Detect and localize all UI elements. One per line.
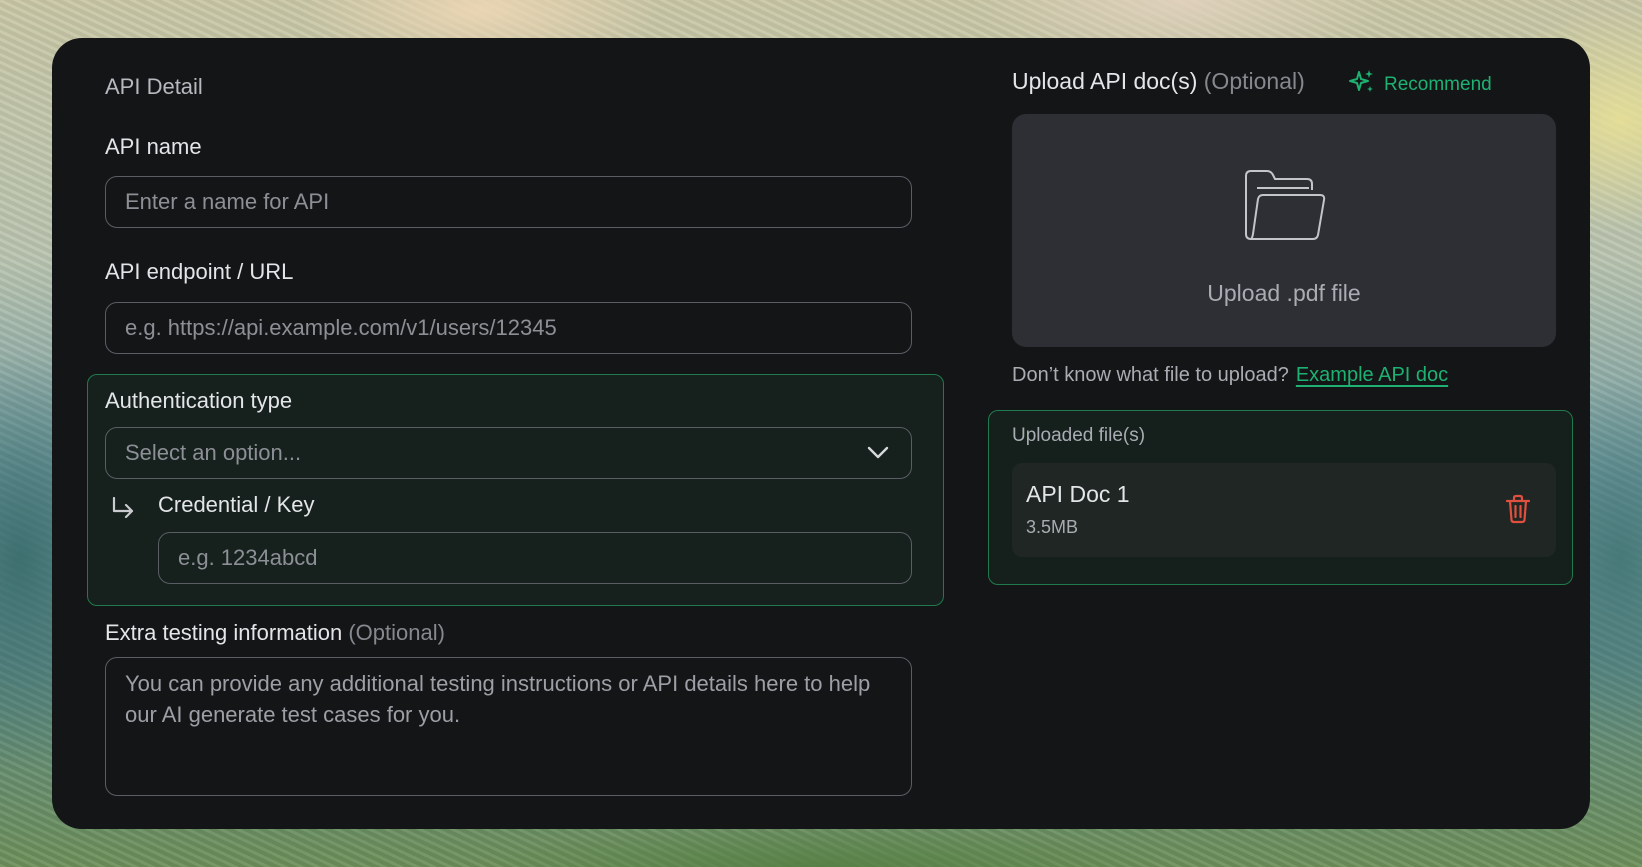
recommend-label: Recommend <box>1384 74 1492 95</box>
upload-dropzone-text: Upload .pdf file <box>1207 280 1361 306</box>
auth-type-select[interactable]: Select an option... <box>105 427 912 479</box>
upload-hint: Don’t know what file to upload? Example … <box>1012 364 1448 387</box>
credential-input[interactable]: e.g. 1234abcd <box>158 532 912 584</box>
trash-icon[interactable] <box>1505 494 1531 529</box>
credential-placeholder: e.g. 1234abcd <box>178 545 318 570</box>
extra-info-placeholder: You can provide any additional testing i… <box>125 671 871 727</box>
api-endpoint-input[interactable]: e.g. https://api.example.com/v1/users/12… <box>105 302 912 354</box>
upload-optional: (Optional) <box>1203 68 1305 94</box>
uploaded-file-size: 3.5MB <box>1026 517 1079 537</box>
folder-icon <box>1243 168 1327 247</box>
extra-info-optional: (Optional) <box>348 620 445 645</box>
api-detail-card: API Detail API name Enter a name for API… <box>52 38 1590 829</box>
auth-type-label: Authentication type <box>105 388 293 413</box>
api-name-label: API name <box>105 134 202 159</box>
chevron-down-icon <box>867 440 889 466</box>
api-name-placeholder: Enter a name for API <box>125 189 330 214</box>
uploaded-file-name: API Doc 1 <box>1026 481 1130 507</box>
api-endpoint-placeholder: e.g. https://api.example.com/v1/users/12… <box>125 315 557 340</box>
authentication-group: Authentication type Select an option... … <box>87 374 944 606</box>
extra-info-textarea[interactable]: You can provide any additional testing i… <box>105 657 912 796</box>
uploaded-file-item: API Doc 1 3.5MB <box>1012 463 1556 557</box>
upload-title-text: Upload API doc(s) <box>1012 68 1198 94</box>
api-name-input[interactable]: Enter a name for API <box>105 176 912 228</box>
extra-info-label: Extra testing information (Optional) <box>105 620 445 646</box>
credential-label: Credential / Key <box>158 492 315 517</box>
extra-info-label-text: Extra testing information <box>105 620 343 645</box>
api-endpoint-label: API endpoint / URL <box>105 259 294 284</box>
uploaded-files-group: Uploaded file(s) API Doc 1 3.5MB <box>988 410 1573 585</box>
upload-title: Upload API doc(s) (Optional) <box>1012 68 1305 95</box>
upload-dropzone[interactable]: Upload .pdf file <box>1012 114 1556 347</box>
recommend-badge: Recommend <box>1348 68 1492 102</box>
uploaded-files-title: Uploaded file(s) <box>1012 425 1146 446</box>
example-api-doc-link[interactable]: Example API doc <box>1296 364 1448 387</box>
section-title: API Detail <box>105 74 203 99</box>
sparkle-icon <box>1348 68 1376 102</box>
subdirectory-arrow-icon <box>110 496 136 525</box>
auth-type-value: Select an option... <box>125 440 302 465</box>
upload-hint-text: Don’t know what file to upload? <box>1012 364 1289 386</box>
